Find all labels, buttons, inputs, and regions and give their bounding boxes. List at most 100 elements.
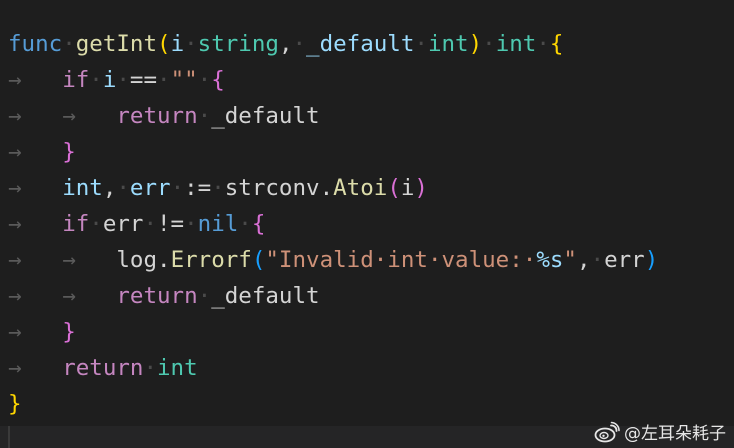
whitespace-marker: ·: [197, 103, 212, 129]
keyword: func: [8, 31, 63, 57]
function-name: Errorf: [170, 247, 252, 273]
indent-guide: →: [8, 139, 63, 165]
whitespace-marker: ·: [184, 31, 198, 57]
indent-guide: →: [62, 247, 117, 273]
code-line[interactable]: → if·i·==·""·{: [8, 62, 658, 98]
code-editor[interactable]: func·getInt(i·string,·_default·int)·int·…: [0, 0, 734, 448]
string-literal: "Invalid·int·value:·: [265, 247, 537, 273]
indent-guide: →: [8, 283, 63, 309]
identifier: _default: [306, 31, 415, 57]
format-specifier: %s: [536, 247, 564, 273]
whitespace-marker: ·: [414, 31, 428, 57]
string-literal: "": [170, 67, 198, 93]
operator: :=: [184, 175, 212, 201]
whitespace-marker: ·: [89, 211, 103, 237]
whitespace-marker: ·: [116, 67, 130, 93]
operator: !=: [157, 211, 185, 237]
code-line[interactable]: → if·err·!=·nil·{: [8, 206, 658, 242]
type-name: int: [427, 31, 469, 57]
code-line[interactable]: → return·int: [8, 350, 658, 386]
watermark-text: @左耳朵耗子: [624, 424, 726, 444]
identifier: _default: [211, 103, 320, 129]
code-line[interactable]: func·getInt(i·string,·_default·int)·int·…: [8, 26, 658, 62]
identifier: err: [129, 175, 171, 201]
bracket: ): [468, 31, 483, 57]
bracket: {: [549, 31, 564, 57]
code-line[interactable]: → → log.Errorf("Invalid·int·value:·%s",·…: [8, 242, 658, 278]
string-literal: ": [563, 247, 577, 273]
bracket: {: [211, 67, 225, 93]
control-keyword: if: [62, 67, 90, 93]
indent-guide: →: [8, 67, 63, 93]
punctuation: ,: [278, 31, 293, 57]
whitespace-marker: ·: [116, 175, 130, 201]
bracket: {: [251, 211, 266, 237]
identifier: i: [400, 175, 415, 201]
code-line[interactable]: → }: [8, 134, 658, 170]
literal: nil: [197, 211, 239, 237]
code-line[interactable]: → int,·err·:=·strconv.Atoi(i): [8, 170, 658, 206]
whitespace-marker: ·: [143, 211, 158, 237]
identifier: _default: [211, 283, 320, 309]
punctuation: ,: [576, 247, 591, 273]
code-line[interactable]: }: [8, 386, 658, 422]
indent-guide: →: [62, 283, 117, 309]
indent-guide: →: [8, 211, 63, 237]
watermark: @左耳朵耗子: [594, 419, 726, 444]
whitespace-marker: ·: [143, 355, 158, 381]
control-keyword: return: [62, 355, 144, 381]
type-name: int: [157, 355, 198, 381]
indent-guide: →: [8, 103, 63, 129]
whitespace-marker: ·: [238, 211, 252, 237]
identifier: i: [102, 67, 117, 93]
indent-guide: →: [62, 103, 117, 129]
whitespace-marker: ·: [197, 283, 212, 309]
identifier: strconv: [224, 175, 320, 201]
whitespace-marker: ·: [482, 31, 496, 57]
whitespace-marker: ·: [157, 67, 171, 93]
gutter-edge: [8, 426, 10, 448]
whitespace-marker: ·: [170, 175, 185, 201]
whitespace-marker: ·: [62, 31, 76, 57]
bracket: (: [251, 247, 266, 273]
control-keyword: return: [116, 103, 198, 129]
bracket: }: [8, 391, 22, 417]
indent-guide: →: [8, 175, 63, 201]
bracket: }: [62, 139, 76, 165]
punctuation: .: [157, 247, 171, 273]
punctuation: ,: [102, 175, 117, 201]
weibo-icon: [594, 421, 620, 442]
identifier: err: [102, 211, 144, 237]
code-line[interactable]: → → return·_default: [8, 278, 658, 314]
bracket: ): [644, 247, 659, 273]
whitespace-marker: ·: [197, 67, 212, 93]
bracket: ): [414, 175, 428, 201]
whitespace-marker: ·: [211, 175, 225, 201]
identifier: i: [170, 31, 185, 57]
control-keyword: if: [62, 211, 90, 237]
identifier: log: [116, 247, 158, 273]
type-name: string: [197, 31, 279, 57]
whitespace-marker: ·: [292, 31, 307, 57]
type-name: int: [495, 31, 537, 57]
bracket: }: [62, 319, 76, 345]
function-name: getInt: [75, 31, 158, 57]
code-line[interactable]: → }: [8, 314, 658, 350]
bracket: (: [157, 31, 171, 57]
function-name: Atoi: [333, 175, 388, 201]
indent-guide: →: [8, 247, 63, 273]
operator: ==: [129, 67, 158, 93]
identifier: int: [62, 175, 103, 201]
bracket: (: [387, 175, 401, 201]
whitespace-marker: ·: [89, 67, 103, 93]
indent-guide: →: [8, 355, 63, 381]
indent-guide: →: [8, 319, 63, 345]
whitespace-marker: ·: [184, 211, 198, 237]
whitespace-marker: ·: [590, 247, 605, 273]
punctuation: .: [319, 175, 334, 201]
control-keyword: return: [116, 283, 198, 309]
code-line[interactable]: → → return·_default: [8, 98, 658, 134]
whitespace-marker: ·: [536, 31, 550, 57]
code-block[interactable]: func·getInt(i·string,·_default·int)·int·…: [8, 26, 658, 422]
identifier: err: [604, 247, 645, 273]
